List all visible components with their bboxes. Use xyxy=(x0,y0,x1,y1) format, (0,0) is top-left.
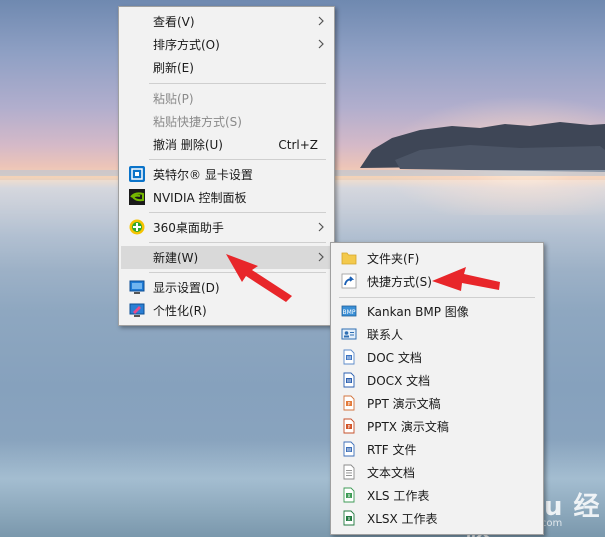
submenu-item-folder[interactable]: 文件夹(F) xyxy=(333,247,541,270)
submenu-item-rtf[interactable]: W RTF 文件 xyxy=(333,438,541,461)
menu-item-label: 个性化(R) xyxy=(153,304,207,318)
menu-item-label: 粘贴快捷方式(S) xyxy=(153,115,242,129)
menu-item-label: Kankan BMP 图像 xyxy=(367,305,469,319)
menu-item-personalize[interactable]: 个性化(R) xyxy=(121,299,332,322)
menu-item-label: PPTX 演示文稿 xyxy=(367,420,449,434)
menu-item-paste[interactable]: 粘贴(P) xyxy=(121,87,332,110)
menu-item-display-settings[interactable]: 显示设置(D) xyxy=(121,276,332,299)
svg-text:W: W xyxy=(347,378,352,384)
chevron-right-icon xyxy=(318,39,324,49)
menu-item-label: 新建(W) xyxy=(153,251,199,265)
menu-item-360-desktop-assistant[interactable]: 360桌面助手 xyxy=(121,216,332,239)
personalize-icon xyxy=(129,303,145,317)
menu-item-shortcut: Ctrl+Z xyxy=(278,137,318,152)
menu-item-label: 撤消 删除(U) xyxy=(153,138,223,152)
menu-separator xyxy=(339,297,535,298)
submenu-item-text-document[interactable]: 文本文档 xyxy=(333,461,541,484)
chevron-right-icon xyxy=(318,252,324,262)
submenu-item-pptx[interactable]: P PPTX 演示文稿 xyxy=(333,415,541,438)
360-assistant-icon xyxy=(129,219,145,235)
docx-icon: W xyxy=(343,372,355,388)
menu-item-label: XLSX 工作表 xyxy=(367,512,438,526)
menu-item-label: RTF 文件 xyxy=(367,443,417,457)
svg-text:X: X xyxy=(347,493,350,499)
menu-item-label: 排序方式(O) xyxy=(153,38,220,52)
menu-item-label: 查看(V) xyxy=(153,15,195,29)
submenu-item-xlsx[interactable]: X XLSX 工作表 xyxy=(333,507,541,530)
intel-graphics-icon xyxy=(129,166,145,182)
svg-text:P: P xyxy=(348,424,351,430)
submenu-item-ppt[interactable]: P PPT 演示文稿 xyxy=(333,392,541,415)
menu-item-label: NVIDIA 控制面板 xyxy=(153,191,247,205)
menu-item-label: DOC 文档 xyxy=(367,351,422,365)
svg-text:X: X xyxy=(347,516,350,522)
menu-item-label: 文本文档 xyxy=(367,466,416,480)
submenu-item-doc[interactable]: W DOC 文档 xyxy=(333,346,541,369)
bmp-image-icon: BMP xyxy=(341,305,357,317)
doc-icon: W xyxy=(343,349,355,365)
menu-separator xyxy=(149,159,326,160)
menu-separator xyxy=(149,242,326,243)
submenu-item-kankan-bmp[interactable]: BMP Kankan BMP 图像 xyxy=(333,300,541,323)
submenu-item-docx[interactable]: W DOCX 文档 xyxy=(333,369,541,392)
svg-text:W: W xyxy=(347,447,352,453)
menu-item-label: 360桌面助手 xyxy=(153,221,224,235)
rtf-icon: W xyxy=(343,441,355,457)
menu-item-label: 刷新(E) xyxy=(153,61,194,75)
menu-item-view[interactable]: 查看(V) xyxy=(121,10,332,33)
display-settings-icon xyxy=(129,280,145,294)
menu-separator xyxy=(149,272,326,273)
menu-item-label: 粘贴(P) xyxy=(153,92,194,106)
folder-icon xyxy=(341,252,357,265)
submenu-item-xls[interactable]: X XLS 工作表 xyxy=(333,484,541,507)
menu-item-label: XLS 工作表 xyxy=(367,489,430,503)
text-document-icon xyxy=(343,464,355,480)
menu-item-label: 文件夹(F) xyxy=(367,252,420,266)
menu-item-label: 英特尔® 显卡设置 xyxy=(153,168,253,182)
menu-item-label: 联系人 xyxy=(367,328,404,342)
new-submenu: 文件夹(F) 快捷方式(S) BMP Kankan BMP 图像 联系人 W D… xyxy=(330,242,544,535)
ppt-icon: P xyxy=(343,395,355,411)
svg-text:W: W xyxy=(347,355,352,361)
menu-item-new[interactable]: 新建(W) xyxy=(121,246,332,269)
menu-item-refresh[interactable]: 刷新(E) xyxy=(121,56,332,79)
menu-item-label: 显示设置(D) xyxy=(153,281,220,295)
chevron-right-icon xyxy=(318,222,324,232)
nvidia-icon xyxy=(129,189,145,205)
contact-icon xyxy=(341,328,357,340)
menu-separator xyxy=(149,212,326,213)
menu-item-intel-graphics[interactable]: 英特尔® 显卡设置 xyxy=(121,163,332,186)
submenu-item-shortcut[interactable]: 快捷方式(S) xyxy=(333,270,541,293)
svg-text:BMP: BMP xyxy=(343,309,356,316)
shortcut-icon xyxy=(341,273,357,289)
xls-icon: X xyxy=(343,487,355,503)
menu-item-label: PPT 演示文稿 xyxy=(367,397,441,411)
menu-item-nvidia-control-panel[interactable]: NVIDIA 控制面板 xyxy=(121,186,332,209)
desktop-context-menu: 查看(V) 排序方式(O) 刷新(E) 粘贴(P) 粘贴快捷方式(S) 撤消 删… xyxy=(118,6,335,326)
chevron-right-icon xyxy=(318,16,324,26)
menu-separator xyxy=(149,83,326,84)
submenu-item-contact[interactable]: 联系人 xyxy=(333,323,541,346)
xlsx-icon: X xyxy=(343,510,355,526)
pptx-icon: P xyxy=(343,418,355,434)
menu-item-label: 快捷方式(S) xyxy=(367,275,432,289)
svg-text:P: P xyxy=(348,401,351,407)
menu-item-sort-by[interactable]: 排序方式(O) xyxy=(121,33,332,56)
menu-item-paste-shortcut[interactable]: 粘贴快捷方式(S) xyxy=(121,110,332,133)
menu-item-label: DOCX 文档 xyxy=(367,374,431,388)
menu-item-undo-delete[interactable]: 撤消 删除(U) Ctrl+Z xyxy=(121,133,332,156)
